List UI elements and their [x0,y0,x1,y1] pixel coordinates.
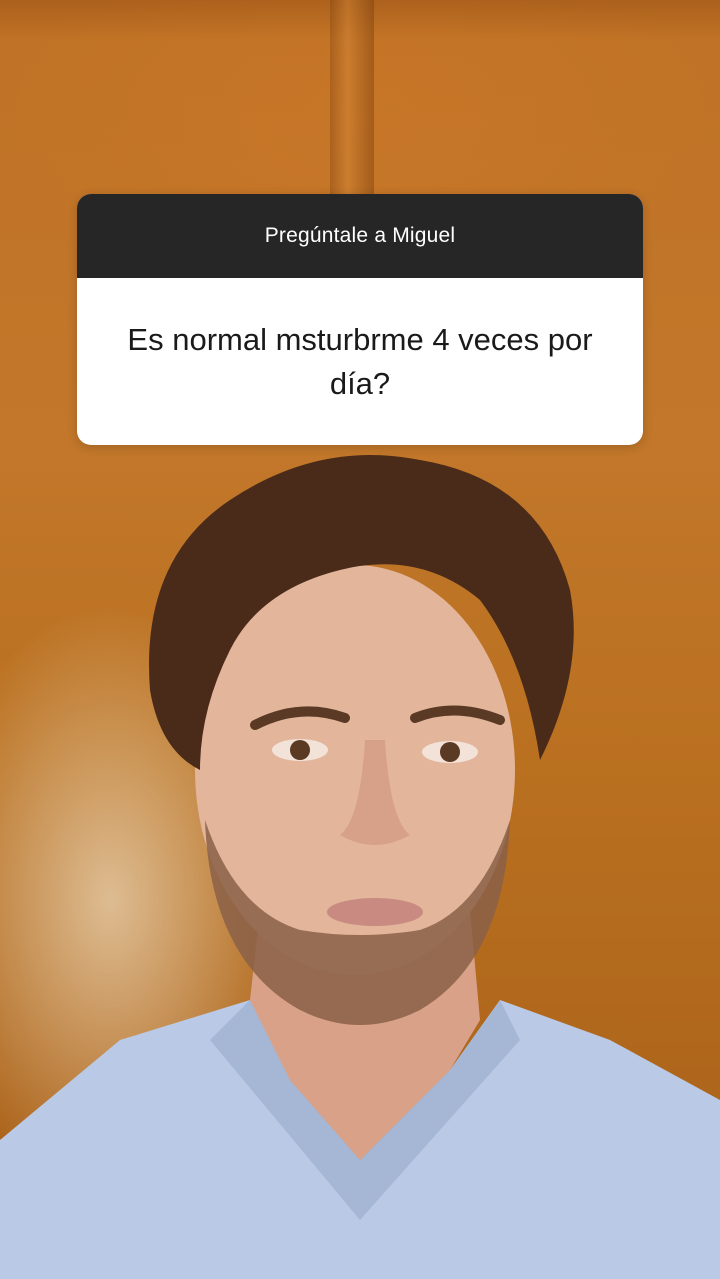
left-iris [290,740,310,760]
right-iris [440,742,460,762]
mouth [327,898,423,926]
question-text: Es normal msturbrme 4 veces por día? [127,321,593,401]
story-frame[interactable]: Pregúntale a Miguel Es normal msturbrme … [0,0,720,1279]
question-sticker-header: Pregúntale a Miguel [77,194,643,278]
door-seam [330,0,374,200]
person-video [0,455,720,1279]
question-sticker-body: Es normal msturbrme 4 veces por día? [77,278,643,445]
question-sticker[interactable]: Pregúntale a Miguel Es normal msturbrme … [77,194,643,445]
question-sticker-title: Pregúntale a Miguel [264,224,456,247]
